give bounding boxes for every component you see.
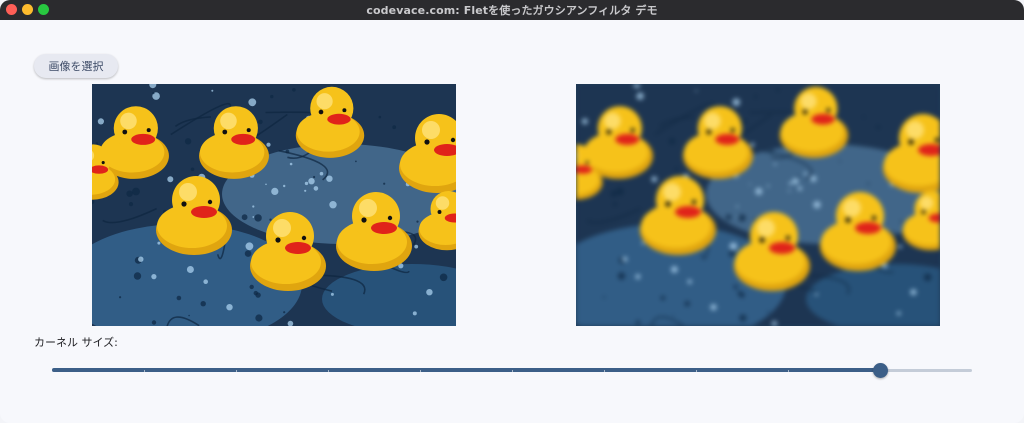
slider-tick <box>420 370 421 372</box>
slider-tick <box>696 370 697 372</box>
slider-tick <box>236 370 237 372</box>
slider-tick <box>144 370 145 372</box>
original-image <box>92 84 456 326</box>
slider-tick <box>604 370 605 372</box>
duck-photo <box>576 84 940 326</box>
kernel-size-slider[interactable] <box>52 362 972 380</box>
window-controls <box>6 4 49 15</box>
app-window: codevace.com: Fletを使ったガウシアンフィルタ デモ 画像を選択… <box>0 0 1024 423</box>
slider-tick <box>328 370 329 372</box>
close-window-icon[interactable] <box>6 4 17 15</box>
slider-tick <box>788 370 789 372</box>
minimize-window-icon[interactable] <box>22 4 33 15</box>
maximize-window-icon[interactable] <box>38 4 49 15</box>
window-title: codevace.com: Fletを使ったガウシアンフィルタ デモ <box>366 4 658 17</box>
slider-tick <box>512 370 513 372</box>
kernel-size-label: カーネル サイズ: <box>34 336 118 349</box>
select-image-button[interactable]: 画像を選択 <box>34 54 118 78</box>
filtered-image <box>576 84 940 326</box>
duck-photo <box>92 84 456 326</box>
slider-thumb[interactable] <box>873 363 888 378</box>
slider-active-track <box>52 368 880 372</box>
title-bar: codevace.com: Fletを使ったガウシアンフィルタ デモ <box>0 0 1024 20</box>
